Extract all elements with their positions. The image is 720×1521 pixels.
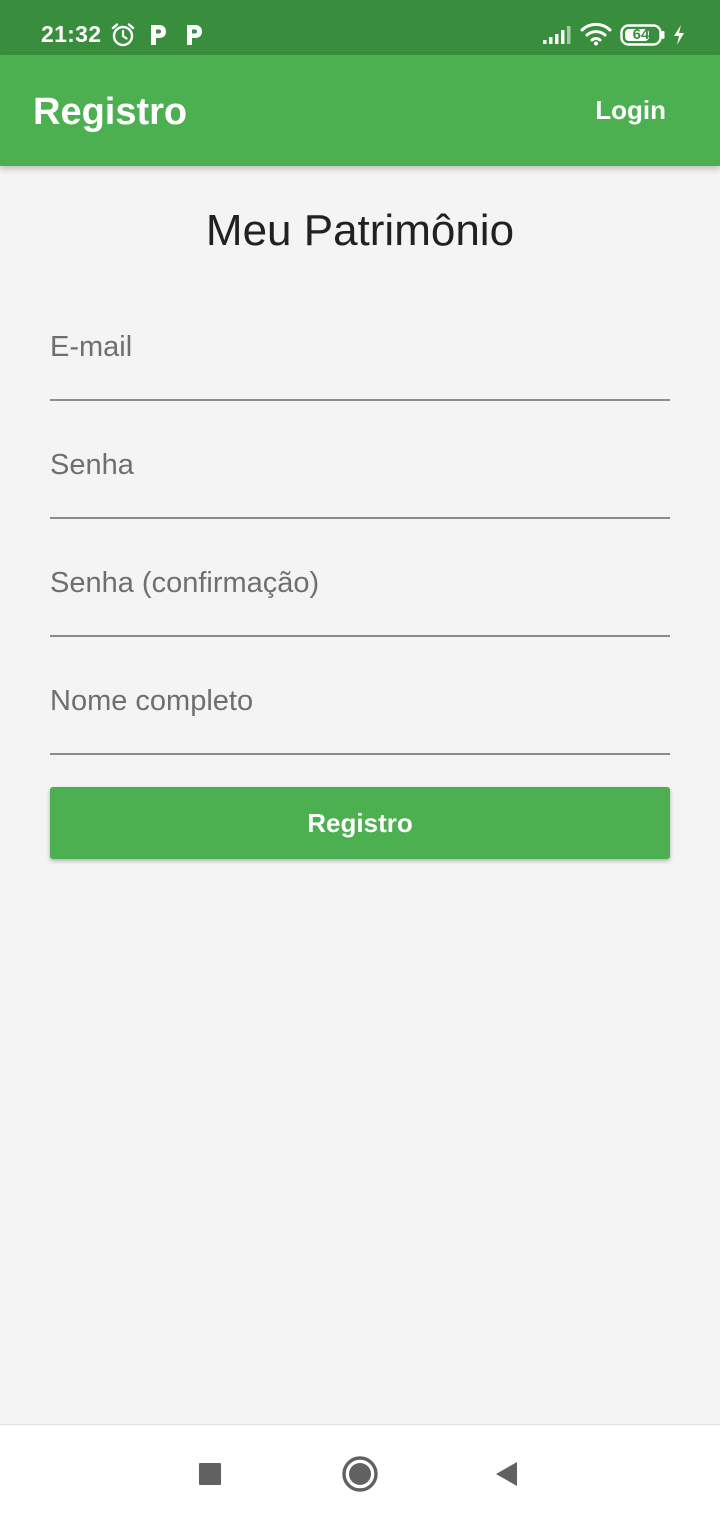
email-field-container <box>50 285 670 403</box>
signal-icon <box>543 26 571 44</box>
register-button[interactable]: Registro <box>50 787 670 859</box>
password-field[interactable] <box>50 403 670 519</box>
app-bar: Registro Login <box>0 55 720 166</box>
status-time: 21:32 <box>41 21 102 47</box>
system-nav-bar <box>0 1424 720 1521</box>
battery-icon: 64 <box>620 24 666 46</box>
email-field[interactable] <box>50 285 670 401</box>
recents-square-icon[interactable] <box>198 1462 222 1486</box>
p-notification-icon <box>187 25 202 45</box>
login-button[interactable]: Login <box>595 95 666 126</box>
back-triangle-icon[interactable] <box>494 1460 520 1488</box>
p-notification-icon <box>151 25 166 45</box>
full-name-field-container <box>50 639 670 757</box>
password-confirm-field[interactable] <box>50 521 670 637</box>
password-field-container <box>50 403 670 521</box>
home-circle-icon[interactable] <box>341 1455 379 1493</box>
password-confirm-field-container <box>50 521 670 639</box>
page-title: Meu Patrimônio <box>205 206 515 255</box>
full-name-field[interactable] <box>50 639 670 755</box>
app-bar-title: Registro <box>33 91 188 133</box>
alarm-icon <box>111 23 135 47</box>
wifi-icon <box>580 22 612 46</box>
charging-icon <box>674 25 684 45</box>
status-bar: 21:32 64 <box>0 0 720 55</box>
battery-level: 64 <box>632 26 650 43</box>
